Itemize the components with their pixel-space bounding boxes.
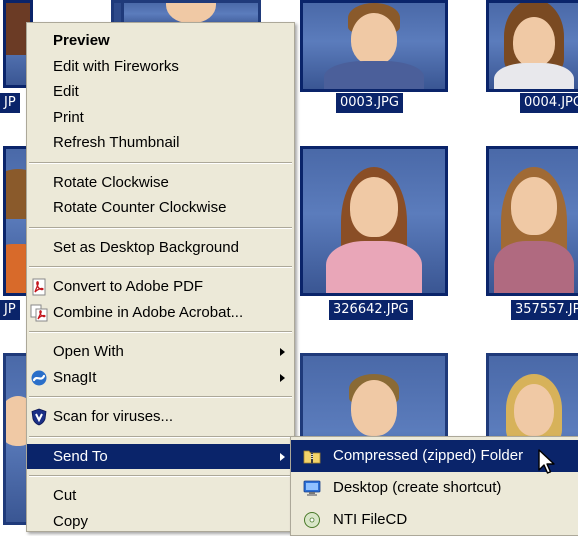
context-menu: Preview Edit with Fireworks Edit Print R… — [26, 22, 295, 532]
nti-filecd-icon — [304, 512, 320, 528]
thumbnail-filename[interactable]: 357557.JPG — [511, 300, 578, 320]
menu-item-label: Send To — [53, 447, 108, 465]
menu-item-set-desktop-background[interactable]: Set as Desktop Background — [27, 235, 294, 261]
menu-item-edit[interactable]: Edit — [27, 79, 294, 105]
menu-item-label: Scan for viruses... — [53, 408, 174, 425]
menu-item-label: Desktop (create shortcut) — [333, 479, 502, 496]
menu-item-refresh-thumbnail[interactable]: Refresh Thumbnail — [27, 130, 294, 156]
menu-item-cut[interactable]: Cut — [27, 483, 294, 509]
desktop-icon — [303, 480, 321, 496]
antivirus-shield-icon — [31, 408, 47, 426]
menu-item-label: SnagIt — [53, 368, 97, 386]
menu-separator — [29, 161, 292, 164]
thumbnail-filename[interactable]: 0003.JPG — [336, 93, 403, 113]
menu-item-edit-with-fireworks[interactable]: Edit with Fireworks — [27, 54, 294, 80]
menu-separator — [29, 331, 292, 333]
menu-item-scan-for-viruses[interactable]: Scan for viruses... — [27, 404, 294, 430]
adobe-pdf-icon — [32, 278, 46, 296]
menu-item-preview[interactable]: Preview — [27, 28, 294, 54]
menu-item-rotate-counter-clockwise[interactable]: Rotate Counter Clockwise — [27, 195, 294, 221]
menu-item-rotate-clockwise[interactable]: Rotate Clockwise — [27, 170, 294, 196]
thumbnail-filename[interactable]: 326642.JPG — [329, 300, 413, 320]
menu-item-label: Convert to Adobe PDF — [53, 278, 204, 295]
adobe-acrobat-icon — [30, 304, 48, 321]
menu-item-desktop-shortcut[interactable]: Desktop (create shortcut) — [291, 472, 578, 504]
menu-item-print[interactable]: Print — [27, 105, 294, 131]
menu-separator — [29, 396, 292, 398]
menu-separator — [29, 475, 292, 477]
thumbnail-image[interactable] — [300, 0, 448, 92]
thumbnail-filename[interactable]: JP — [0, 300, 20, 320]
submenu-arrow-icon — [280, 348, 285, 356]
zip-folder-icon — [303, 450, 321, 464]
submenu-arrow-icon — [280, 373, 285, 382]
menu-item-open-with[interactable]: Open With — [27, 339, 294, 365]
menu-separator — [29, 435, 292, 438]
snagit-icon — [31, 370, 47, 385]
menu-item-send-to[interactable]: Send To — [27, 443, 294, 469]
menu-item-combine-in-acrobat[interactable]: Combine in Adobe Acrobat... — [27, 300, 294, 326]
mouse-pointer-icon — [538, 449, 555, 474]
menu-item-snagit[interactable]: SnagIt — [27, 365, 294, 391]
submenu-arrow-icon — [280, 452, 285, 461]
thumbnail-filename[interactable]: 0004.JPG — [520, 93, 578, 113]
menu-separator — [29, 226, 292, 229]
menu-item-compressed-folder[interactable]: Compressed (zipped) Folder — [291, 440, 578, 472]
thumbnail-image[interactable] — [486, 0, 578, 92]
menu-item-label: Open With — [53, 343, 124, 360]
thumbnail-filename[interactable]: JP — [0, 93, 20, 113]
menu-item-nti-filecd[interactable]: NTI FileCD — [291, 504, 578, 536]
menu-item-copy[interactable]: Copy — [27, 509, 294, 535]
menu-item-label: Compressed (zipped) Folder — [333, 447, 524, 464]
menu-item-label: NTI FileCD — [333, 511, 408, 528]
menu-item-label: Combine in Adobe Acrobat... — [53, 303, 244, 321]
thumbnail-image[interactable] — [300, 146, 448, 296]
menu-separator — [29, 266, 292, 268]
menu-item-convert-to-pdf[interactable]: Convert to Adobe PDF — [27, 274, 294, 300]
thumbnail-image[interactable] — [486, 146, 578, 296]
send-to-submenu: Compressed (zipped) Folder Desktop (crea… — [290, 436, 578, 536]
